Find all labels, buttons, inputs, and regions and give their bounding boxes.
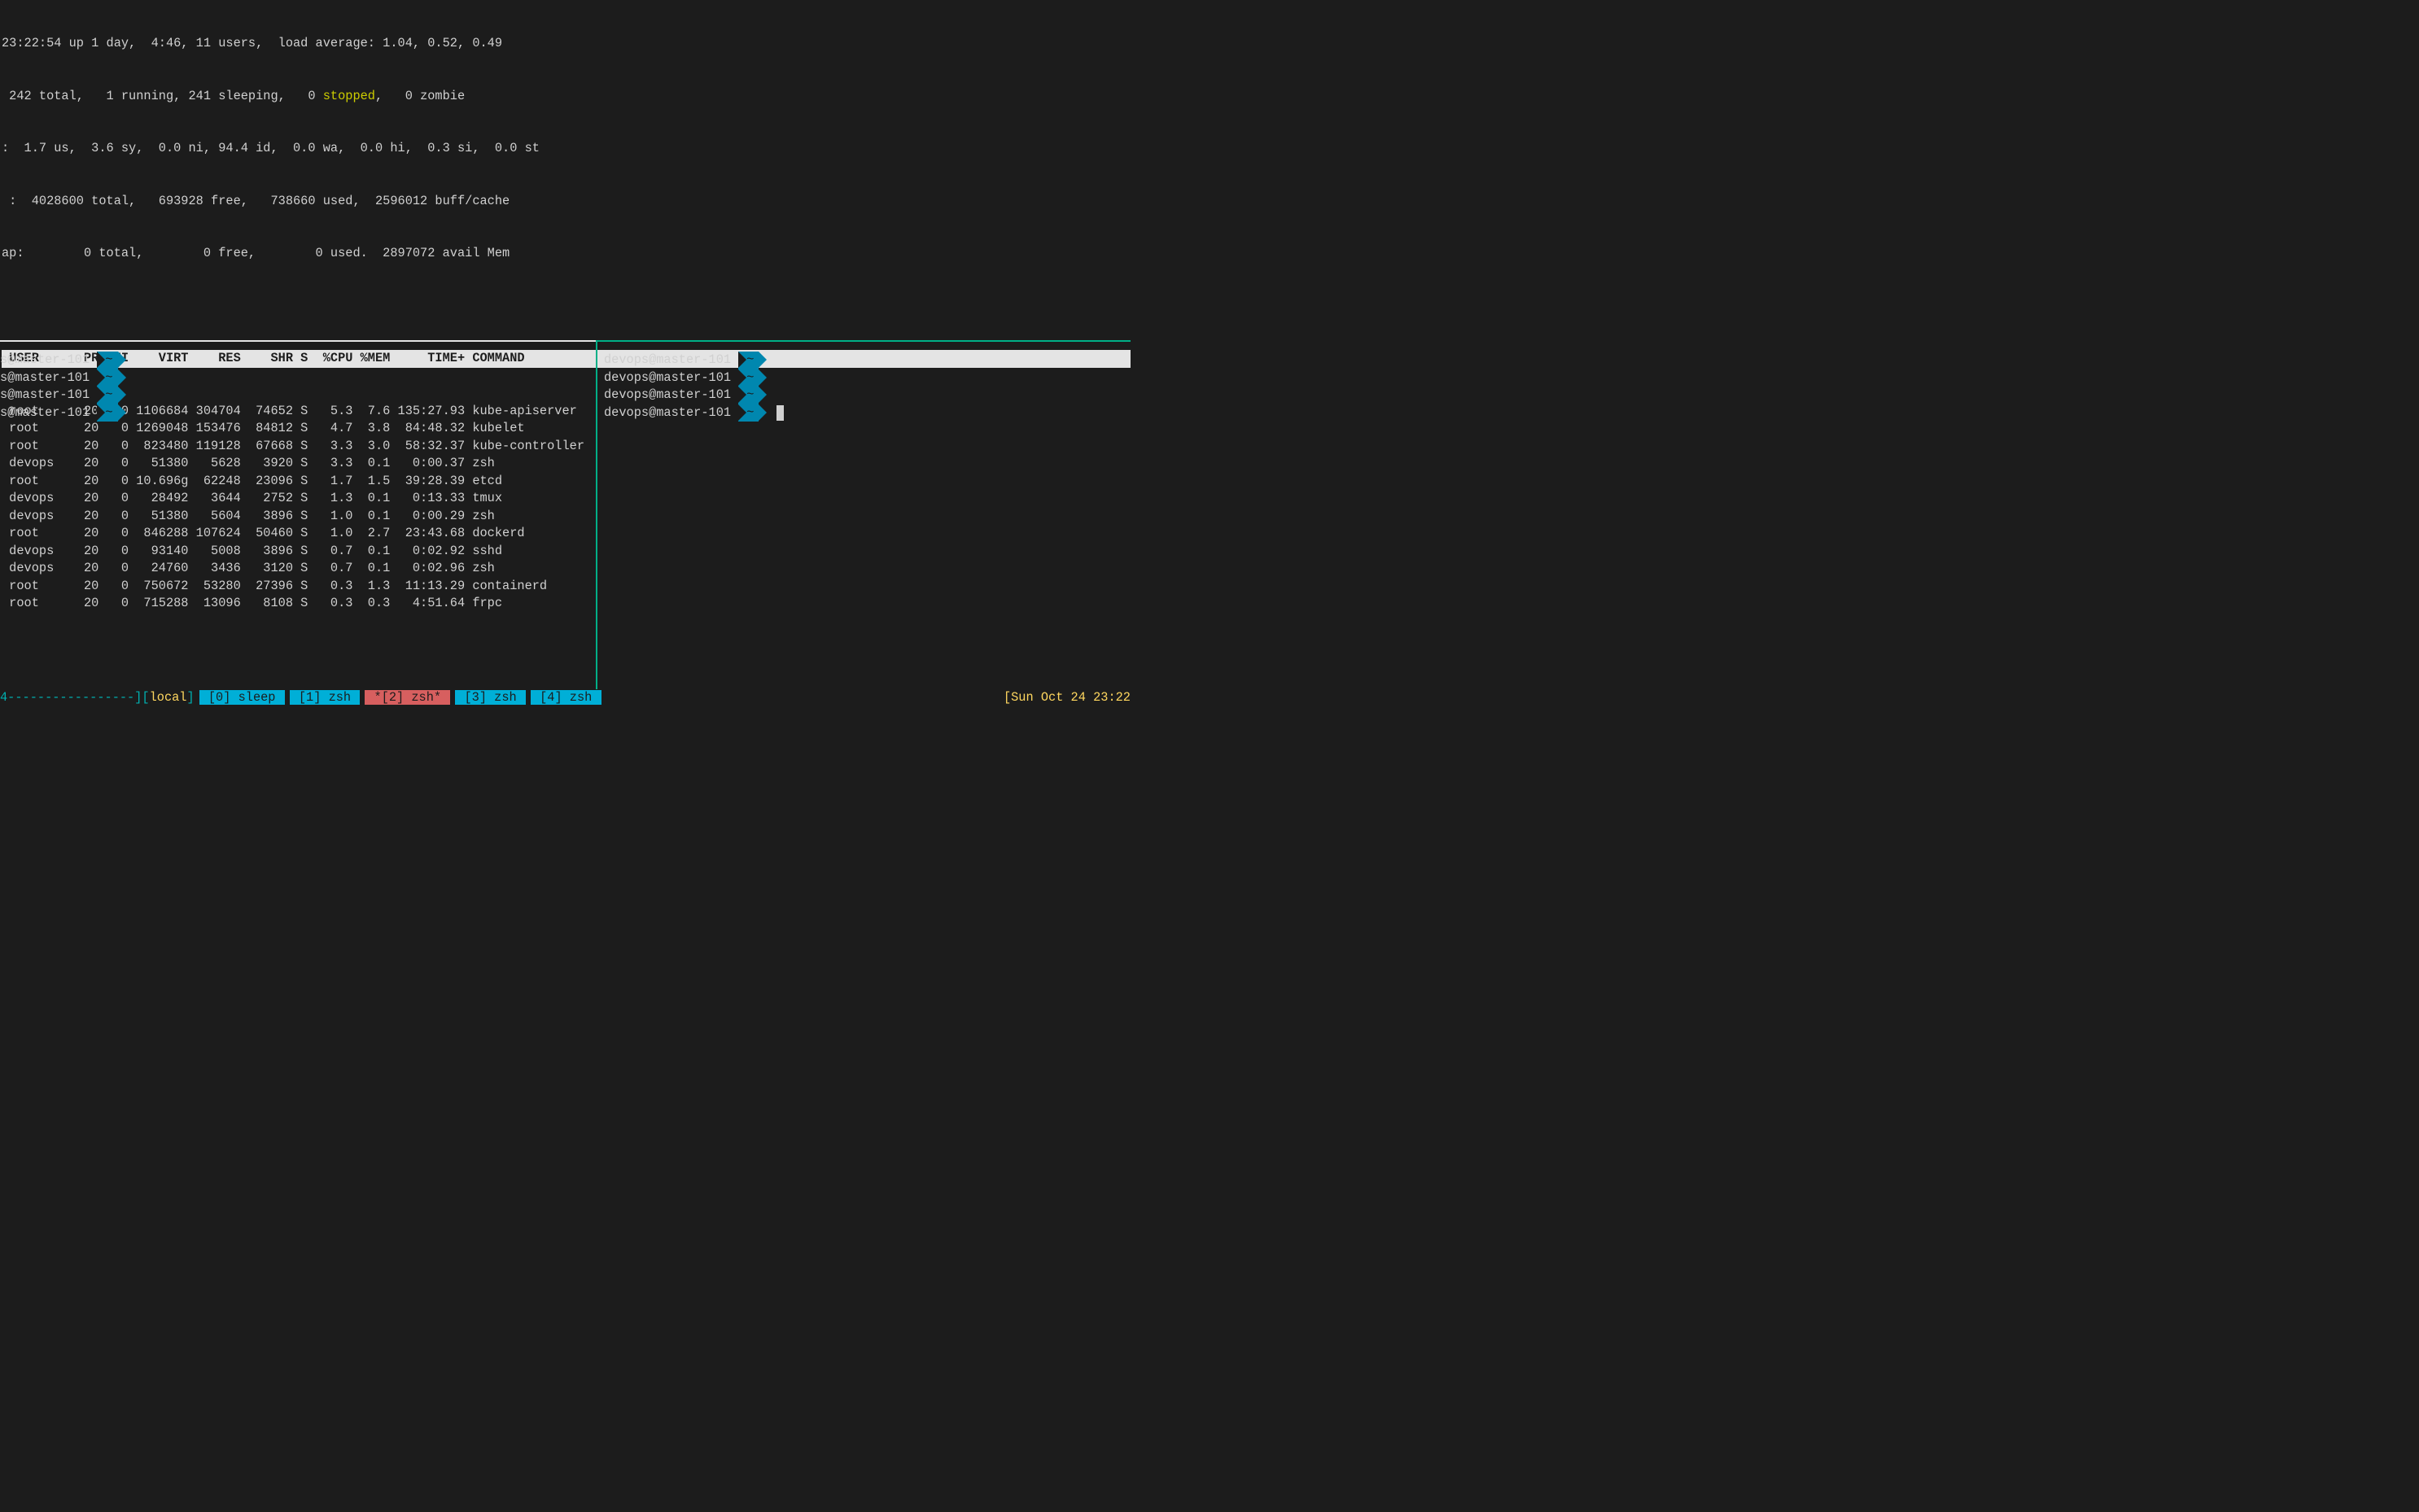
process-row: root 20 0 715288 13096 8108 S 0.3 0.3 4:… bbox=[2, 595, 1131, 613]
process-row: root 20 0 750672 53280 27396 S 0.3 1.3 1… bbox=[2, 578, 1131, 596]
blank-line bbox=[2, 298, 1131, 316]
process-row: devops 20 0 24760 3436 3120 S 0.7 0.1 0:… bbox=[2, 560, 1131, 578]
shell-pane-left[interactable]: s@master-101 ~s@master-101 ~s@master-101… bbox=[0, 352, 594, 422]
shell-prompt[interactable]: devops@master-101 ~ bbox=[604, 352, 1131, 369]
shell-prompt[interactable]: s@master-101 ~ bbox=[0, 387, 594, 404]
prompt-user-host: s@master-101 bbox=[0, 404, 97, 422]
stopped-count: stopped bbox=[323, 89, 375, 103]
prompt-cwd-segment: ~ bbox=[97, 369, 125, 387]
shell-prompt[interactable]: s@master-101 ~ bbox=[0, 404, 594, 422]
shell-prompt[interactable]: devops@master-101 ~ bbox=[604, 369, 1131, 387]
top-summary-line: ap: 0 total, 0 free, 0 used. 2897072 ava… bbox=[2, 245, 1131, 263]
prompt-cwd-segment: ~ bbox=[738, 404, 767, 422]
prompt-user-host: devops@master-101 bbox=[604, 369, 738, 387]
status-session: 4----------------- bbox=[0, 689, 134, 707]
process-table: root 20 0 1106684 304704 74652 S 5.3 7.6… bbox=[2, 403, 1131, 613]
prompt-user-host: s@master-101 bbox=[0, 352, 97, 369]
tmux-window-tab[interactable]: [0] sleep bbox=[199, 690, 285, 705]
process-row: devops 20 0 28492 3644 2752 S 1.3 0.1 0:… bbox=[2, 490, 1131, 508]
cursor bbox=[776, 405, 784, 421]
prompt-user-host: s@master-101 bbox=[0, 387, 97, 404]
pane-divider-vertical[interactable] bbox=[596, 340, 597, 689]
tmux-status-bar[interactable]: 4-----------------][local] [0] sleep [1]… bbox=[0, 689, 1131, 707]
tmux-window-tab[interactable]: *[2] zsh* bbox=[365, 690, 450, 705]
prompt-cwd-segment: ~ bbox=[738, 352, 767, 369]
bracket: ][ bbox=[134, 689, 149, 707]
pane-divider-horizontal[interactable] bbox=[0, 340, 1131, 342]
process-row: root 20 0 10.696g 62248 23096 S 1.7 1.5 … bbox=[2, 473, 1131, 491]
prompt-cwd-segment: ~ bbox=[738, 387, 767, 404]
process-row: devops 20 0 93140 5008 3896 S 0.7 0.1 0:… bbox=[2, 543, 1131, 561]
top-summary-line: 23:22:54 up 1 day, 4:46, 11 users, load … bbox=[2, 35, 1131, 53]
status-local-label: local bbox=[150, 689, 187, 707]
process-row: devops 20 0 51380 5604 3896 S 1.0 0.1 0:… bbox=[2, 508, 1131, 526]
process-row: root 20 0 1269048 153476 84812 S 4.7 3.8… bbox=[2, 420, 1131, 438]
prompt-cwd-segment: ~ bbox=[97, 352, 125, 369]
tmux-window-tab[interactable]: [1] zsh bbox=[290, 690, 361, 705]
tmux-window-tab[interactable]: [4] zsh bbox=[531, 690, 601, 705]
prompt-user-host: devops@master-101 bbox=[604, 387, 738, 404]
shell-pane-right-active[interactable]: devops@master-101 ~devops@master-101 ~de… bbox=[604, 352, 1131, 422]
shell-prompt[interactable]: s@master-101 ~ bbox=[0, 369, 594, 387]
tmux-window-tab[interactable]: [3] zsh bbox=[455, 690, 526, 705]
top-summary-line: : 4028600 total, 693928 free, 738660 use… bbox=[2, 193, 1131, 211]
process-row: root 20 0 846288 107624 50460 S 1.0 2.7 … bbox=[2, 525, 1131, 543]
bracket: ] bbox=[187, 689, 195, 707]
shell-prompt[interactable]: devops@master-101 ~ bbox=[604, 387, 1131, 404]
process-row: devops 20 0 51380 5628 3920 S 3.3 0.1 0:… bbox=[2, 455, 1131, 473]
top-summary-line: 242 total, 1 running, 241 sleeping, 0 st… bbox=[2, 88, 1131, 106]
shell-prompt[interactable]: s@master-101 ~ bbox=[0, 352, 594, 369]
process-row: root 20 0 823480 119128 67668 S 3.3 3.0 … bbox=[2, 438, 1131, 456]
top-summary-line: : 1.7 us, 3.6 sy, 0.0 ni, 94.4 id, 0.0 w… bbox=[2, 140, 1131, 158]
prompt-user-host: devops@master-101 bbox=[604, 404, 738, 422]
prompt-cwd-segment: ~ bbox=[738, 369, 767, 387]
top-output-pane: 23:22:54 up 1 day, 4:46, 11 users, load … bbox=[0, 0, 1131, 648]
status-clock: [Sun Oct 24 23:22 bbox=[1004, 689, 1131, 707]
prompt-cwd-segment: ~ bbox=[97, 404, 125, 422]
prompt-user-host: s@master-101 bbox=[0, 369, 97, 387]
prompt-user-host: devops@master-101 bbox=[604, 352, 738, 369]
shell-prompt[interactable]: devops@master-101 ~ bbox=[604, 404, 1131, 422]
prompt-cwd-segment: ~ bbox=[97, 387, 125, 404]
